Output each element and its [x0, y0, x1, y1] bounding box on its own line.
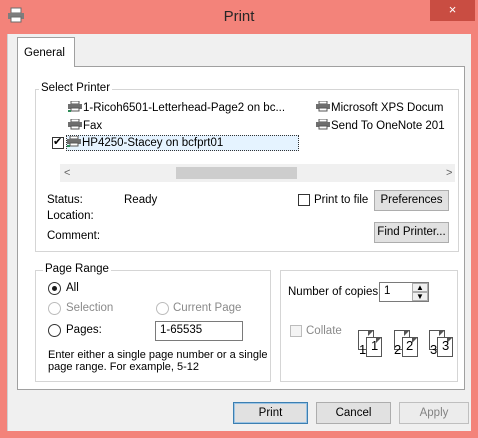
scrollbar-thumb[interactable] [176, 167, 297, 179]
collate-page-number: 1 [371, 338, 379, 353]
print-button[interactable]: Print [233, 402, 308, 424]
status-label: Status: [47, 194, 83, 206]
printer-icon [316, 119, 330, 130]
find-printer-button[interactable]: Find Printer... [374, 222, 449, 243]
collate-checkbox[interactable] [290, 325, 302, 337]
location-label: Location: [47, 210, 94, 222]
print-to-file-label[interactable]: Print to file [314, 194, 368, 206]
pages-label[interactable]: Pages: [66, 324, 102, 336]
tab-general-label: General [24, 47, 65, 59]
collate-page-number: 1 [359, 342, 367, 357]
printer-name: Fax [83, 120, 103, 132]
number-of-copies-label: Number of copies: [288, 286, 382, 298]
printer-name: Send To OneNote 201 [331, 120, 445, 132]
pages-radio[interactable] [48, 324, 61, 337]
preferences-button[interactable]: Preferences [374, 190, 449, 211]
selection-radio[interactable] [48, 302, 61, 315]
apply-button[interactable]: Apply [399, 402, 469, 424]
current-page-label[interactable]: Current Page [173, 302, 241, 314]
copies-spin-up-icon[interactable]: ▲ [412, 283, 428, 292]
copies-spin-down-icon[interactable]: ▼ [412, 292, 428, 301]
printer-item-xps[interactable]: Microsoft XPS Docum [316, 101, 443, 115]
status-value: Ready [124, 194, 158, 206]
collate-page-number: 3 [430, 342, 438, 357]
printer-item-onenote[interactable]: Send To OneNote 201 [316, 119, 445, 133]
page-range-help-line1: Enter either a single page number or a s… [48, 349, 268, 361]
tab-general[interactable]: General [17, 37, 75, 67]
pages-input[interactable]: 1-65535 [155, 321, 243, 341]
comment-label: Comment: [47, 230, 101, 242]
printer-icon [316, 101, 330, 112]
print-to-file-checkbox[interactable] [298, 194, 310, 206]
collate-label[interactable]: Collate [306, 325, 342, 337]
collate-page-number: 3 [442, 338, 450, 353]
scroll-right-arrow-icon[interactable]: > [446, 167, 452, 179]
selection-label[interactable]: Selection [66, 302, 113, 314]
page-range-help-line2: page range. For example, 5-12 [48, 361, 200, 373]
collate-page-number: 2 [406, 338, 414, 353]
close-button[interactable]: × [430, 0, 475, 21]
collate-page-number: 2 [394, 342, 402, 357]
cancel-button[interactable]: Cancel [316, 402, 391, 424]
current-page-radio[interactable] [156, 302, 169, 315]
printer-name: 1-Ricoh6501-Letterhead-Page2 on bc... [83, 102, 286, 114]
printer-name: HP4250-Stacey on bcfprt01 [82, 137, 224, 149]
printer-name: Microsoft XPS Docum [331, 102, 444, 114]
page-range-label: Page Range [43, 263, 111, 275]
all-radio[interactable] [48, 282, 61, 295]
default-printer-check-icon [52, 135, 64, 149]
scroll-left-arrow-icon[interactable]: < [64, 167, 70, 179]
printer-item-hp4250[interactable]: HP4250-Stacey on bcfprt01 [66, 135, 299, 151]
printer-item-fax[interactable]: Fax [68, 119, 102, 133]
printer-item-ricoh[interactable]: 1-Ricoh6501-Letterhead-Page2 on bc... [68, 101, 285, 115]
network-printer-icon [67, 136, 81, 147]
window-title: Print [223, 8, 255, 25]
network-printer-icon [68, 101, 82, 112]
select-printer-label: Select Printer [39, 82, 113, 94]
fax-icon [68, 119, 82, 130]
all-label[interactable]: All [66, 282, 79, 294]
